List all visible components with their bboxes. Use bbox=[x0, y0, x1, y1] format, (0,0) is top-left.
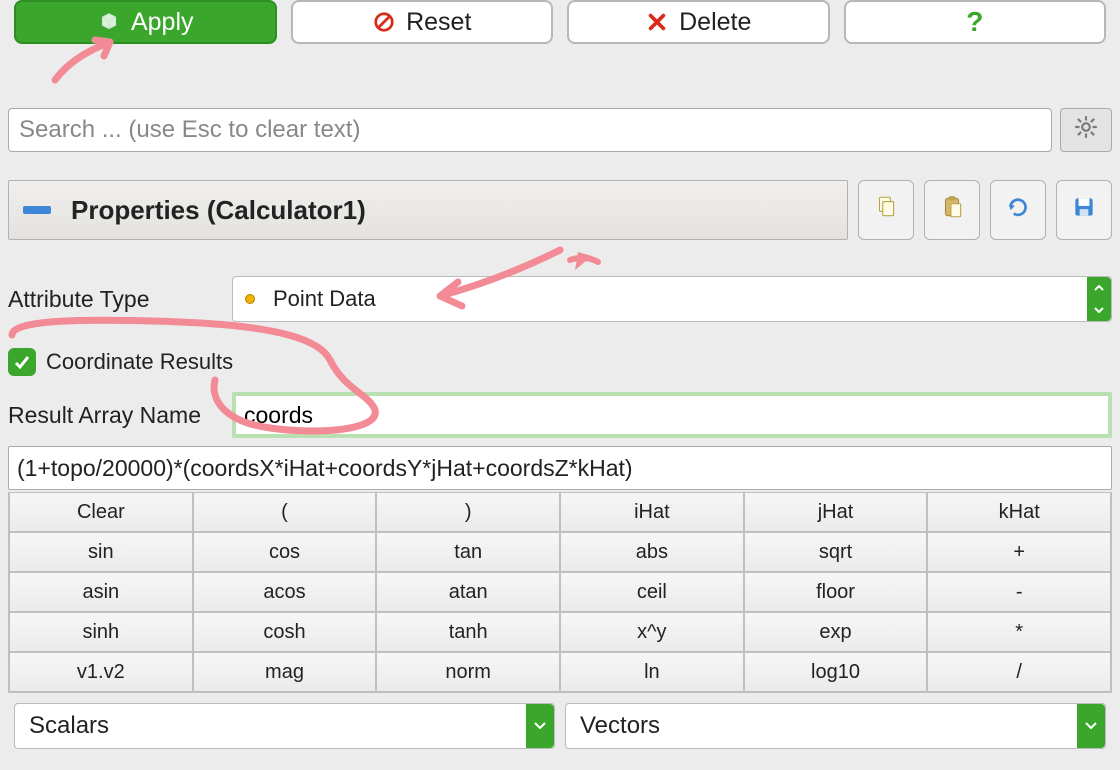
chevron-down-icon bbox=[1077, 704, 1105, 748]
calc-button-[interactable]: - bbox=[927, 572, 1111, 612]
calc-button-[interactable]: ) bbox=[376, 492, 560, 532]
calc-button-tan[interactable]: tan bbox=[376, 532, 560, 572]
result-array-name-input[interactable] bbox=[242, 401, 1102, 430]
calc-button-sin[interactable]: sin bbox=[9, 532, 193, 572]
apply-button[interactable]: Apply bbox=[14, 0, 277, 44]
bottom-selectors: Scalars Vectors bbox=[0, 693, 1120, 749]
calc-button-sqrt[interactable]: sqrt bbox=[744, 532, 928, 572]
vectors-dropdown[interactable]: Vectors bbox=[565, 703, 1106, 749]
calc-row: sincostanabssqrt+ bbox=[9, 532, 1111, 572]
copy-icon bbox=[873, 194, 899, 226]
calc-button-khat[interactable]: kHat bbox=[927, 492, 1111, 532]
calc-button-sinh[interactable]: sinh bbox=[9, 612, 193, 652]
coordinate-results-label: Coordinate Results bbox=[46, 349, 233, 375]
point-data-dot-icon bbox=[245, 294, 255, 304]
attribute-type-dropdown[interactable]: Point Data bbox=[232, 276, 1112, 322]
calc-button-[interactable]: ( bbox=[193, 492, 377, 532]
calc-button-xy[interactable]: x^y bbox=[560, 612, 744, 652]
apply-label: Apply bbox=[131, 8, 194, 37]
result-array-name-label: Result Array Name bbox=[8, 402, 232, 429]
vectors-label: Vectors bbox=[580, 712, 660, 740]
calc-row: sinhcoshtanhx^yexp* bbox=[9, 612, 1111, 652]
calc-button-log10[interactable]: log10 bbox=[744, 652, 928, 692]
properties-header[interactable]: Properties (Calculator1) bbox=[8, 180, 848, 240]
cube-icon bbox=[97, 10, 121, 34]
help-button[interactable]: ? bbox=[844, 0, 1107, 44]
reset-button[interactable]: Reset bbox=[291, 0, 554, 44]
paste-button[interactable] bbox=[924, 180, 980, 240]
x-icon bbox=[645, 10, 669, 34]
collapse-icon bbox=[23, 206, 51, 214]
scalars-label: Scalars bbox=[29, 712, 109, 740]
calculator-grid: Clear()iHatjHatkHatsincostanabssqrt+asin… bbox=[8, 492, 1112, 693]
settings-button[interactable] bbox=[1060, 108, 1112, 152]
save-icon bbox=[1071, 194, 1097, 226]
search-input[interactable] bbox=[8, 108, 1052, 152]
calc-button-exp[interactable]: exp bbox=[744, 612, 928, 652]
calc-button-atan[interactable]: atan bbox=[376, 572, 560, 612]
reset-label: Reset bbox=[406, 8, 471, 37]
delete-button[interactable]: Delete bbox=[567, 0, 830, 44]
form-area: Attribute Type Point Data Coordinate Res… bbox=[0, 240, 1120, 693]
formula-input[interactable]: (1+topo/20000)*(coordsX*iHat+coordsY*jHa… bbox=[8, 446, 1112, 490]
calc-button-v1v2[interactable]: v1.v2 bbox=[9, 652, 193, 692]
question-icon: ? bbox=[966, 6, 983, 38]
calc-button-asin[interactable]: asin bbox=[9, 572, 193, 612]
calc-button-cos[interactable]: cos bbox=[193, 532, 377, 572]
calc-button-ihat[interactable]: iHat bbox=[560, 492, 744, 532]
calc-button-abs[interactable]: abs bbox=[560, 532, 744, 572]
formula-text: (1+topo/20000)*(coordsX*iHat+coordsY*jHa… bbox=[17, 455, 633, 482]
calc-button-clear[interactable]: Clear bbox=[9, 492, 193, 532]
search-row bbox=[0, 102, 1120, 158]
paste-icon bbox=[939, 194, 965, 226]
copy-button[interactable] bbox=[858, 180, 914, 240]
calc-button-ln[interactable]: ln bbox=[560, 652, 744, 692]
gear-icon bbox=[1073, 114, 1099, 146]
coordinate-results-checkbox[interactable] bbox=[8, 348, 36, 376]
delete-label: Delete bbox=[679, 8, 751, 37]
attribute-type-row: Attribute Type Point Data bbox=[8, 274, 1112, 324]
calc-button-acos[interactable]: acos bbox=[193, 572, 377, 612]
calc-button-mag[interactable]: mag bbox=[193, 652, 377, 692]
coordinate-results-row: Coordinate Results bbox=[8, 340, 1112, 384]
refresh-button[interactable] bbox=[990, 180, 1046, 240]
calc-button-[interactable]: / bbox=[927, 652, 1111, 692]
result-array-name-row: Result Array Name bbox=[8, 392, 1112, 438]
calc-button-cosh[interactable]: cosh bbox=[193, 612, 377, 652]
dropdown-stepper[interactable] bbox=[1087, 277, 1111, 321]
result-array-name-input-wrap bbox=[232, 392, 1112, 438]
calc-button-jhat[interactable]: jHat bbox=[744, 492, 928, 532]
calc-button-norm[interactable]: norm bbox=[376, 652, 560, 692]
refresh-icon bbox=[1005, 194, 1031, 226]
calc-button-floor[interactable]: floor bbox=[744, 572, 928, 612]
attribute-type-value: Point Data bbox=[273, 286, 376, 312]
calc-button-[interactable]: + bbox=[927, 532, 1111, 572]
prohibit-icon bbox=[372, 10, 396, 34]
chevron-down-icon bbox=[526, 704, 554, 748]
calc-button-[interactable]: * bbox=[927, 612, 1111, 652]
attribute-type-label: Attribute Type bbox=[8, 286, 232, 313]
calc-button-ceil[interactable]: ceil bbox=[560, 572, 744, 612]
scalars-dropdown[interactable]: Scalars bbox=[14, 703, 555, 749]
section-row: Properties (Calculator1) bbox=[0, 180, 1120, 240]
calc-row: v1.v2magnormlnlog10/ bbox=[9, 652, 1111, 692]
action-toolbar: Apply Reset Delete ? bbox=[0, 0, 1120, 44]
calc-button-tanh[interactable]: tanh bbox=[376, 612, 560, 652]
calc-row: Clear()iHatjHatkHat bbox=[9, 492, 1111, 532]
calc-row: asinacosatanceilfloor- bbox=[9, 572, 1111, 612]
section-title: Properties (Calculator1) bbox=[71, 195, 366, 226]
save-button[interactable] bbox=[1056, 180, 1112, 240]
